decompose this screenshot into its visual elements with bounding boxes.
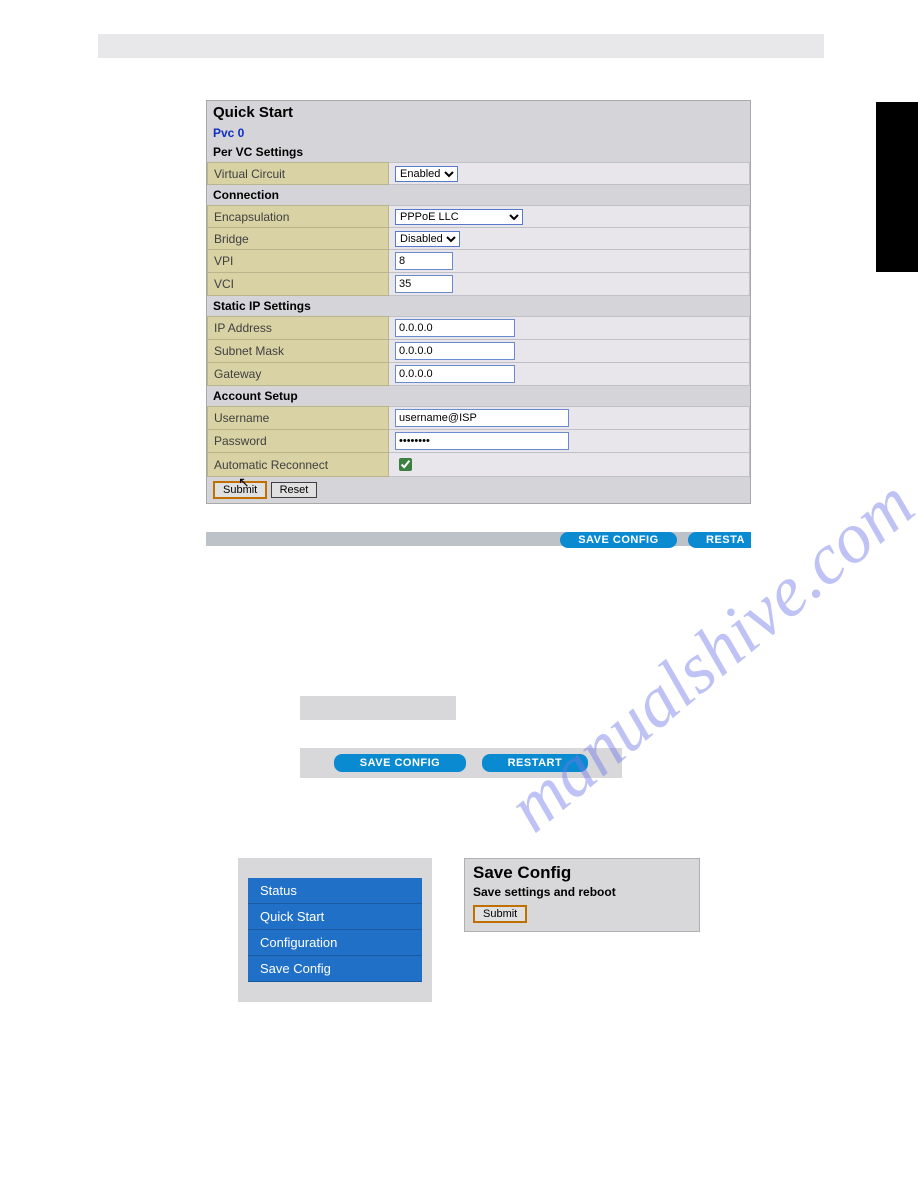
save-config-button[interactable]: SAVE CONFIG [560, 532, 676, 548]
save-config-panel: Save Config Save settings and reboot Sub… [464, 858, 700, 932]
section-connection: Connection [207, 185, 750, 205]
input-subnet-mask[interactable] [395, 342, 515, 360]
save-config-submit-button[interactable]: Submit [473, 905, 527, 923]
sidebar-item-configuration[interactable]: Configuration [248, 930, 422, 956]
label-gateway: Gateway [208, 363, 389, 386]
select-bridge[interactable]: Disabled [395, 231, 460, 247]
select-virtual-circuit[interactable]: Enabled [395, 166, 458, 182]
label-password: Password [208, 430, 389, 453]
label-vpi: VPI [208, 250, 389, 273]
section-static-ip: Static IP Settings [207, 296, 750, 316]
sidebar-item-save-config[interactable]: Save Config [248, 956, 422, 982]
sidebar-item-quick-start[interactable]: Quick Start [248, 904, 422, 930]
input-vpi[interactable] [395, 252, 453, 270]
submit-button[interactable]: Submit [213, 481, 267, 499]
top-bar [98, 34, 824, 58]
input-vci[interactable] [395, 275, 453, 293]
section-per-vc: Per VC Settings [207, 142, 750, 162]
label-auto-reconnect: Automatic Reconnect [208, 453, 389, 477]
pvc-label: Pvc 0 [207, 124, 750, 142]
label-vci: VCI [208, 273, 389, 296]
quick-start-panel: Quick Start Pvc 0 Per VC Settings Virtua… [206, 100, 751, 504]
input-gateway[interactable] [395, 365, 515, 383]
checkbox-auto-reconnect[interactable] [399, 458, 412, 471]
input-username[interactable] [395, 409, 569, 427]
grey-placeholder [300, 696, 456, 720]
save-config-button-large[interactable]: SAVE CONFIG [334, 754, 466, 772]
sidebar-item-status[interactable]: Status [248, 878, 422, 904]
watermark: manualshive.com [492, 462, 918, 848]
quick-start-title: Quick Start [207, 101, 750, 124]
input-ip-address[interactable] [395, 319, 515, 337]
label-ip-address: IP Address [208, 317, 389, 340]
label-subnet-mask: Subnet Mask [208, 340, 389, 363]
save-config-title: Save Config [473, 863, 691, 883]
select-encapsulation[interactable]: PPPoE LLC [395, 209, 523, 225]
label-bridge: Bridge [208, 228, 389, 250]
label-virtual-circuit: Virtual Circuit [208, 163, 389, 185]
restart-button[interactable]: RESTART [482, 754, 589, 772]
section-account-setup: Account Setup [207, 386, 750, 406]
label-encapsulation: Encapsulation [208, 206, 389, 228]
input-password[interactable] [395, 432, 569, 450]
footer-strip: SAVE CONFIG RESTA [206, 532, 751, 546]
save-config-subtitle: Save settings and reboot [473, 885, 691, 899]
restart-button-partial[interactable]: RESTA [688, 532, 751, 548]
save-restart-bar: SAVE CONFIG RESTART [300, 748, 622, 778]
reset-button[interactable]: Reset [271, 482, 318, 498]
label-username: Username [208, 407, 389, 430]
sidebar: Status Quick Start Configuration Save Co… [238, 858, 432, 1002]
right-black-tab [876, 102, 918, 272]
